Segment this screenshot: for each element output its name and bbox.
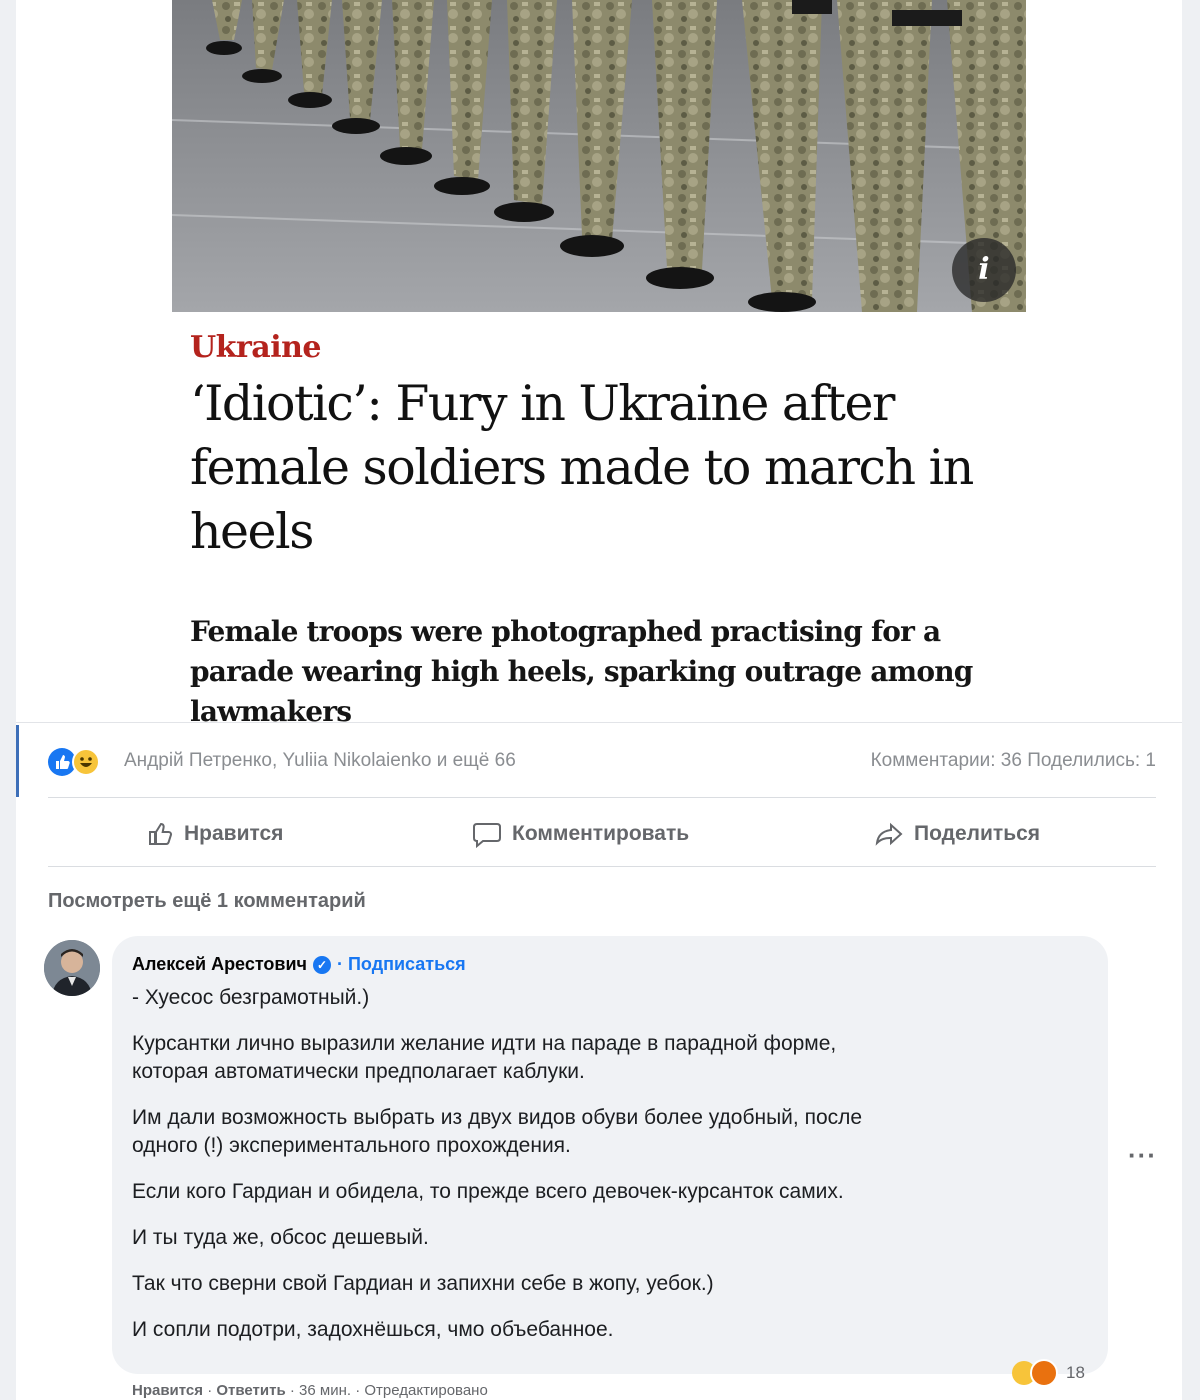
reactors-list[interactable]: Андрій Петренко, Yuliia Nikolaienko и ещ… xyxy=(124,750,516,772)
comment-reply-link[interactable]: Ответить xyxy=(216,1382,285,1399)
reaction-icons[interactable] xyxy=(48,748,112,778)
angry-icon xyxy=(1030,1359,1058,1387)
article-section-label[interactable]: Ukraine xyxy=(190,330,322,365)
view-more-comments-link[interactable]: Посмотреть ещё 1 комментарий xyxy=(48,890,366,913)
comment-meta: Нравится · Ответить · 36 мин. · Отредакт… xyxy=(132,1382,488,1399)
comment-edited-label: Отредактировано xyxy=(364,1382,488,1399)
comment-button-label: Комментировать xyxy=(512,822,690,845)
divider xyxy=(48,797,1156,798)
comment-author-line: Алексей Арестович ✓ · Подписаться xyxy=(132,954,466,975)
comment-line: - Хуесос безграмотный.) xyxy=(132,986,370,1009)
divider xyxy=(16,722,1182,723)
article-standfirst: Female troops were photographed practisi… xyxy=(190,615,973,728)
post-counts: Комментарии: 36 Поделились: 1 xyxy=(871,750,1156,772)
verified-badge-icon: ✓ xyxy=(313,955,331,974)
more-options-icon[interactable]: ··· xyxy=(1128,1140,1157,1171)
comment-line: которая автоматически предполагает каблу… xyxy=(132,1060,585,1083)
article-headline[interactable]: ‘Idiotic’: Fury in Ukraine after female … xyxy=(190,372,1010,564)
focus-indicator xyxy=(16,725,19,797)
comment-body: - Хуесос безграмотный.) Курсантки лично … xyxy=(132,984,1092,1344)
like-button[interactable]: Нравится xyxy=(146,814,283,854)
comment-icon xyxy=(472,820,502,848)
shares-count[interactable]: Поделились: 1 xyxy=(1027,750,1156,771)
soldiers-marching-image xyxy=(172,0,1026,312)
comment-line: Им дали возможность выбрать из двух видо… xyxy=(132,1106,863,1129)
subscribe-link[interactable]: · Подписаться xyxy=(337,954,466,975)
comment-line: И ты туда же, обсос дешевый. xyxy=(132,1226,429,1249)
like-button-label: Нравится xyxy=(184,822,284,845)
comment-line: И сопли подотри, задохнёшься, чмо объеба… xyxy=(132,1318,614,1341)
comment-like-link[interactable]: Нравится xyxy=(132,1382,203,1399)
haha-icon xyxy=(72,748,100,776)
comment-author[interactable]: Алексей Арестович xyxy=(132,954,307,975)
share-button-label: Поделиться xyxy=(914,822,1041,845)
article-photo[interactable] xyxy=(172,0,1026,312)
comment-button[interactable]: Комментировать xyxy=(472,814,689,854)
comment-line: Так что сверни свой Гардиан и запихни се… xyxy=(132,1272,714,1295)
comment-timestamp[interactable]: 36 мин. xyxy=(299,1382,351,1399)
divider xyxy=(48,866,1156,867)
comment-line: Курсантки лично выразили желание идти на… xyxy=(132,1032,837,1055)
share-icon xyxy=(874,820,904,848)
comment-line: Если кого Гардиан и обидела, то прежде в… xyxy=(132,1180,844,1203)
comment-reactions[interactable]: 18 xyxy=(1012,1358,1085,1388)
comments-count[interactable]: Комментарии: 36 xyxy=(871,750,1022,771)
avatar[interactable] xyxy=(44,940,100,996)
info-icon[interactable]: i xyxy=(952,238,1016,302)
thumbs-up-icon xyxy=(146,820,174,848)
comment-line: одного (!) экспериментального прохождени… xyxy=(132,1134,571,1157)
share-button[interactable]: Поделиться xyxy=(874,814,1040,854)
reactions-summary: Андрій Петренко, Yuliia Nikolaienko и ещ… xyxy=(48,744,1156,780)
comment-reaction-count: 18 xyxy=(1066,1363,1085,1382)
